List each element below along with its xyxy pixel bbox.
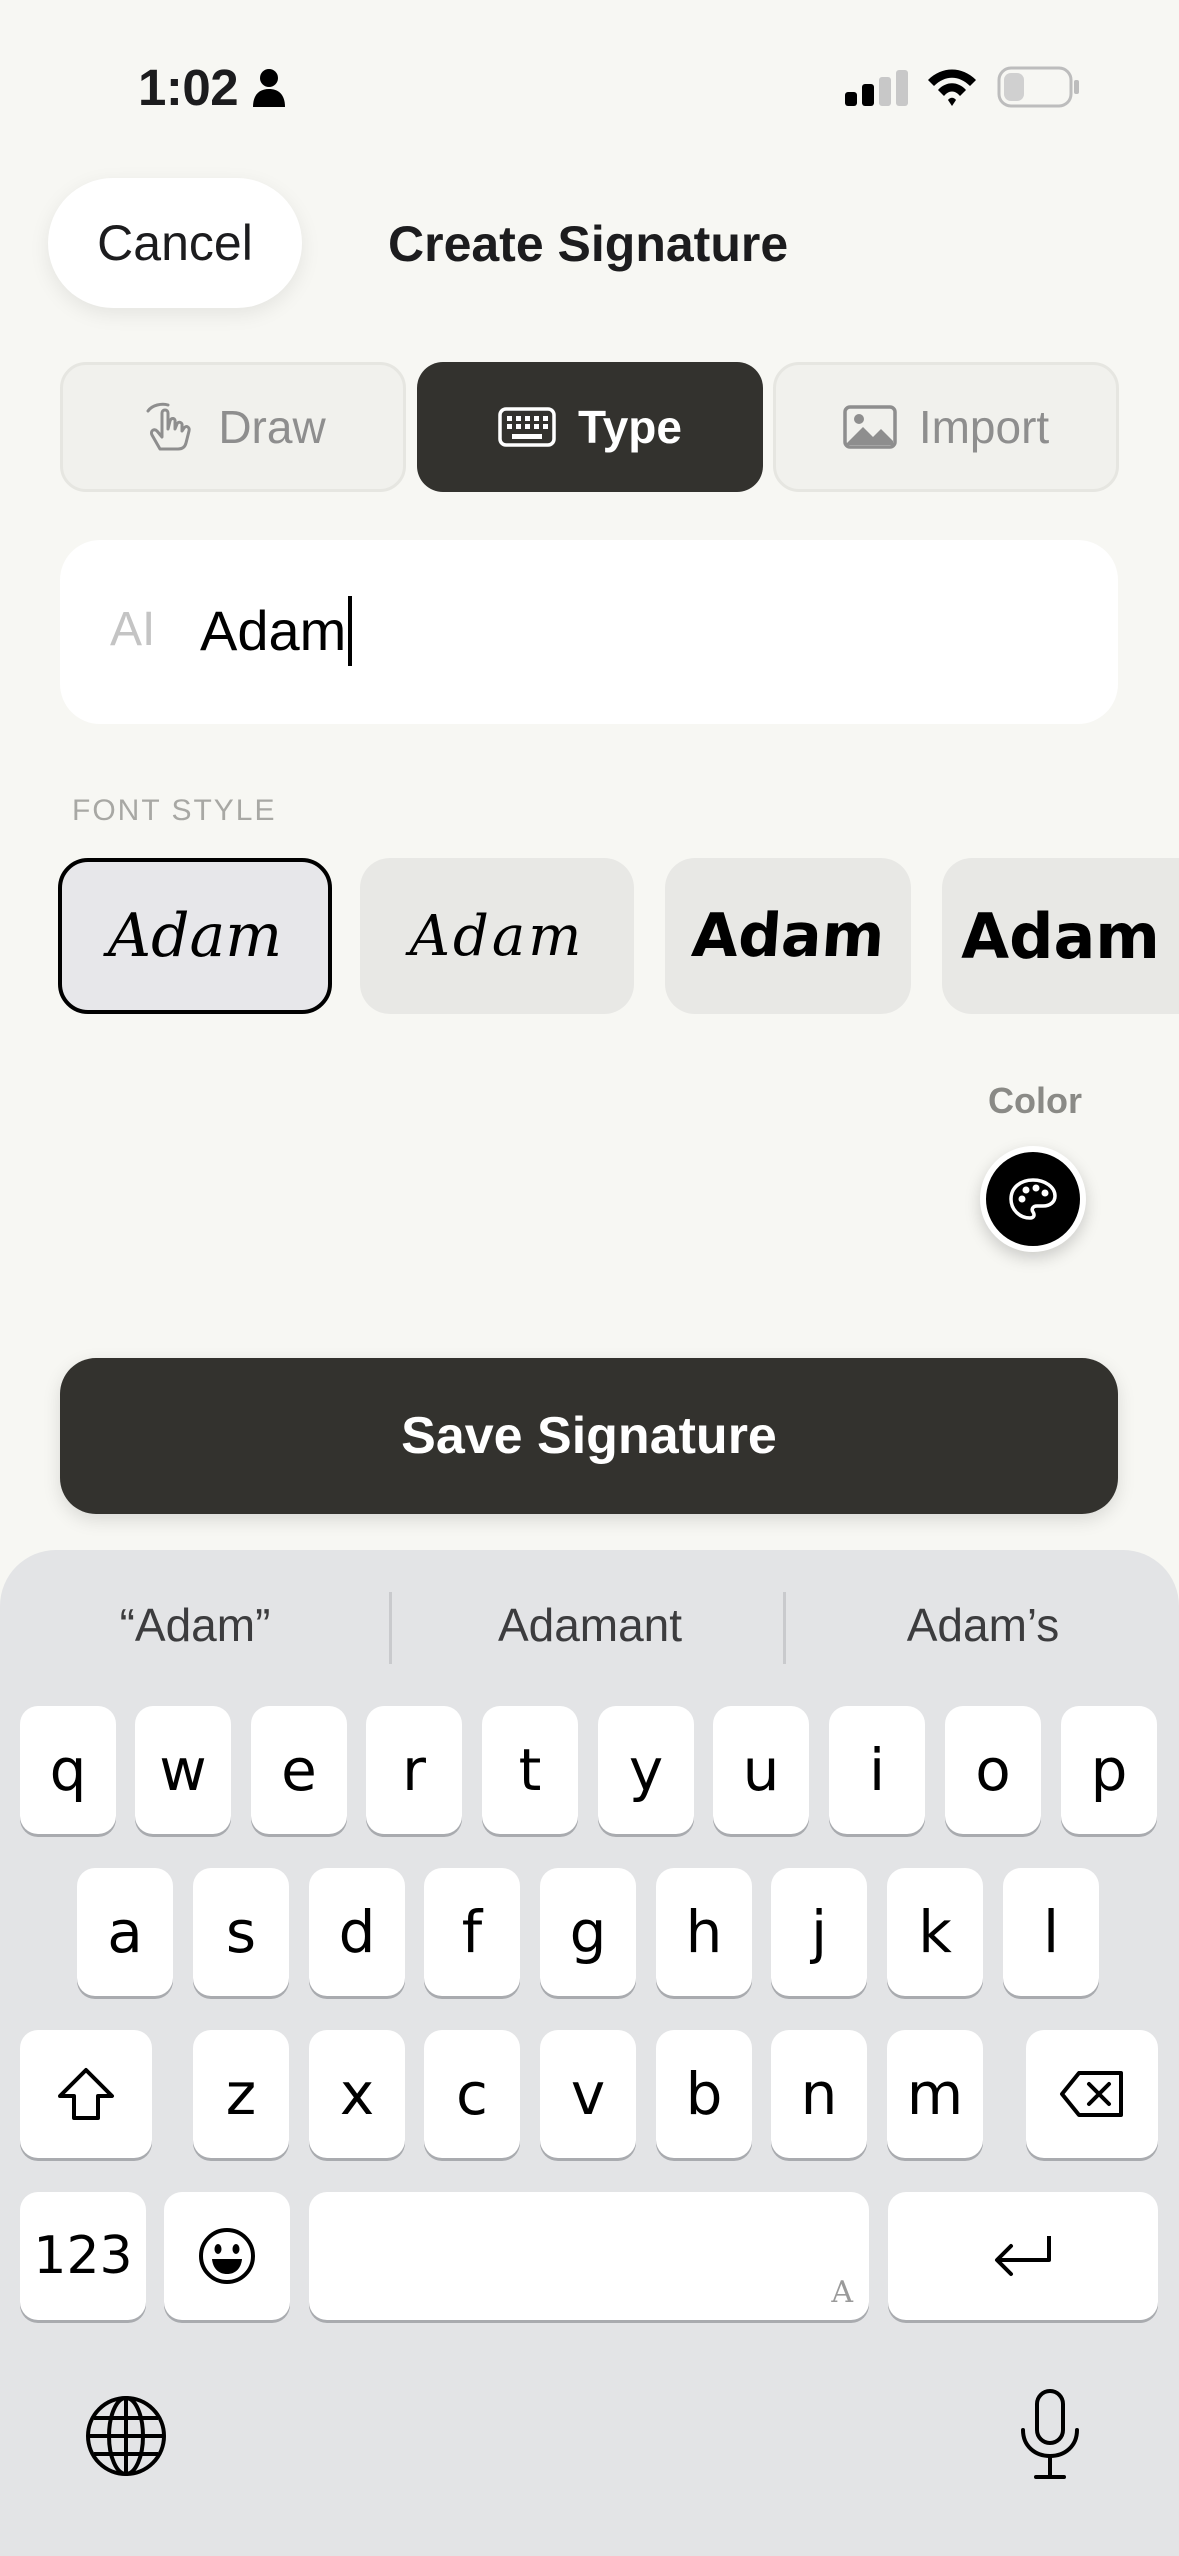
key-o[interactable]: o	[945, 1706, 1041, 1834]
key-i[interactable]: i	[829, 1706, 925, 1834]
key-s[interactable]: s	[193, 1868, 289, 1996]
text-cursor-icon: AI	[110, 603, 156, 656]
color-picker-button[interactable]	[980, 1146, 1086, 1252]
key-b[interactable]: b	[656, 2030, 752, 2158]
font-style-label: FONT STYLE	[72, 794, 277, 827]
return-key[interactable]	[888, 2192, 1158, 2320]
key-a[interactable]: a	[77, 1868, 173, 1996]
key-d[interactable]: d	[309, 1868, 405, 1996]
key-k[interactable]: k	[887, 1868, 983, 1996]
hand-draw-icon	[146, 402, 191, 451]
key-l[interactable]: l	[1003, 1868, 1099, 1996]
key-y[interactable]: y	[598, 1706, 694, 1834]
key-q[interactable]: q	[20, 1706, 116, 1834]
emoji-key[interactable]	[164, 2192, 290, 2320]
suggestion-2[interactable]: Adamant	[410, 1590, 770, 1660]
wifi-icon	[928, 69, 976, 106]
key-r[interactable]: r	[366, 1706, 462, 1834]
cellular-signal-icon	[845, 70, 908, 106]
key-j[interactable]: j	[771, 1868, 867, 1996]
key-z[interactable]: z	[193, 2030, 289, 2158]
key-v[interactable]: v	[540, 2030, 636, 2158]
suggestion-3[interactable]: Adam’s	[803, 1590, 1163, 1660]
delete-key[interactable]	[1026, 2030, 1158, 2158]
suggestion-1[interactable]: “Adam”	[15, 1590, 375, 1660]
text-caret	[348, 596, 353, 667]
tab-draw-label: Draw	[218, 401, 326, 453]
font-option-3[interactable]: Adam	[665, 858, 911, 1014]
input-value-wrap: Adam	[200, 596, 353, 670]
key-u[interactable]: u	[713, 1706, 809, 1834]
space-key-hint: A	[831, 2275, 853, 2310]
signature-name-input[interactable]: AI Adam	[60, 540, 1118, 724]
globe-icon[interactable]	[84, 2394, 168, 2478]
key-m[interactable]: m	[887, 2030, 983, 2158]
key-f[interactable]: f	[424, 1868, 520, 1996]
emoji-icon	[199, 2228, 255, 2284]
return-icon	[995, 2236, 1051, 2276]
key-h[interactable]: h	[656, 1868, 752, 1996]
microphone-icon[interactable]	[1016, 2388, 1084, 2482]
keyboard-icon	[498, 407, 556, 447]
key-p[interactable]: p	[1061, 1706, 1157, 1834]
key-g[interactable]: g	[540, 1868, 636, 1996]
color-label: Color	[988, 1080, 1082, 1121]
tab-import-label: Import	[918, 401, 1050, 453]
font-sample: Adam	[107, 901, 283, 971]
tab-type[interactable]: Type	[417, 362, 763, 492]
tab-draw[interactable]: Draw	[60, 362, 406, 492]
image-icon	[843, 405, 897, 449]
tab-type-label: Type	[578, 401, 682, 453]
key-t[interactable]: t	[482, 1706, 578, 1834]
font-option-2[interactable]: Adam	[360, 858, 634, 1014]
numbers-key[interactable]: 123	[20, 2192, 146, 2320]
cancel-button[interactable]: Cancel	[48, 178, 302, 308]
suggestion-divider	[389, 1592, 392, 1664]
font-option-4[interactable]: Adam	[942, 858, 1179, 1014]
key-w[interactable]: w	[135, 1706, 231, 1834]
font-sample: Adam	[409, 903, 585, 969]
shift-key[interactable]	[20, 2030, 152, 2158]
key-x[interactable]: x	[309, 2030, 405, 2158]
tab-import[interactable]: Import	[773, 362, 1119, 492]
palette-icon	[1009, 1178, 1057, 1220]
backspace-icon	[1060, 2071, 1123, 2117]
key-c[interactable]: c	[424, 2030, 520, 2158]
font-option-1[interactable]: Adam	[58, 858, 332, 1014]
key-n[interactable]: n	[771, 2030, 867, 2158]
battery-icon	[997, 66, 1079, 108]
person-icon	[253, 69, 285, 107]
font-sample: Adam	[689, 901, 887, 971]
status-time: 1:02	[138, 59, 239, 116]
save-signature-button[interactable]: Save Signature	[60, 1358, 1118, 1514]
font-sample: Adam	[961, 899, 1160, 973]
input-value: Adam	[200, 599, 347, 662]
shift-icon	[58, 2068, 114, 2120]
key-e[interactable]: e	[251, 1706, 347, 1834]
space-key[interactable]: A	[309, 2192, 869, 2320]
suggestion-divider	[783, 1592, 786, 1664]
page-title: Create Signature	[388, 216, 789, 272]
